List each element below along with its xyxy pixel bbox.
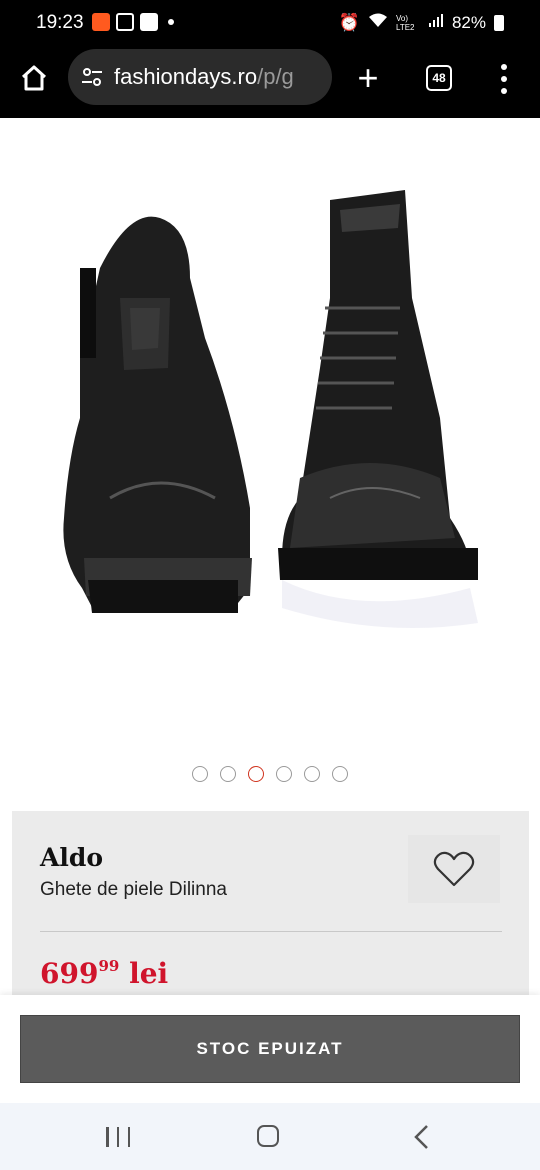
divider [40, 931, 502, 932]
price-cents: 99 [98, 957, 120, 975]
gallery-pagination [0, 766, 540, 782]
price-currency: lei [129, 957, 169, 990]
url-domain: fashiondays.ro [114, 64, 258, 89]
gallery-dot[interactable] [192, 766, 208, 782]
address-bar[interactable]: fashiondays.ro/p/g [68, 49, 332, 105]
wifi-icon [368, 12, 388, 33]
favorite-button[interactable] [408, 835, 500, 903]
gallery-icon [116, 13, 134, 31]
network-label: Vo) LTE2 [395, 13, 415, 32]
product-info-card: Aldo Ghete de piele Dilinna 69999 lei [12, 811, 529, 995]
boots-image [63, 190, 478, 628]
product-brand[interactable]: Aldo [40, 843, 103, 872]
new-tab-button[interactable]: + [352, 58, 384, 98]
home-nav-button[interactable] [257, 1125, 279, 1147]
home-button[interactable] [14, 58, 54, 98]
url-path: /p/g [257, 64, 294, 89]
product-price: 69999 lei [40, 957, 168, 990]
more-notifications-dot [168, 19, 174, 25]
signal-icon [428, 12, 444, 33]
recents-button[interactable] [106, 1127, 130, 1147]
alarm-icon: ⏰ [338, 12, 360, 32]
tab-switcher-button[interactable]: 48 [426, 65, 452, 91]
battery-icon [494, 14, 504, 31]
site-settings-icon[interactable] [80, 65, 104, 89]
notification-icons [92, 13, 174, 31]
home-icon [21, 65, 47, 91]
battery-percent: 82% [451, 12, 486, 32]
gallery-dot[interactable] [304, 766, 320, 782]
gallery-dot[interactable] [276, 766, 292, 782]
url-text: fashiondays.ro/p/g [114, 64, 294, 90]
status-time: 19:23 [36, 12, 84, 33]
system-navigation-bar [0, 1103, 540, 1170]
olx-app-icon [140, 13, 158, 31]
gallery-dot[interactable] [332, 766, 348, 782]
heart-icon [433, 851, 475, 887]
out-of-stock-button[interactable]: STOC EPUIZAT [20, 1015, 520, 1083]
browser-toolbar: fashiondays.ro/p/g + 48 [0, 44, 540, 118]
bottom-action-bar: STOC EPUIZAT [0, 995, 540, 1103]
status-bar: 19:23 ⏰ Vo) LTE2 82% [0, 0, 540, 44]
gallery-dot-active[interactable] [248, 766, 264, 782]
product-name: Ghete de piele Dilinna [40, 879, 227, 900]
plus-icon: + [357, 57, 379, 98]
product-image[interactable] [0, 118, 540, 758]
gallery-dot[interactable] [220, 766, 236, 782]
browser-menu-button[interactable] [494, 62, 514, 96]
back-button[interactable] [410, 1123, 434, 1151]
status-right: ⏰ Vo) LTE2 82% [339, 12, 504, 33]
price-main: 699 [40, 957, 99, 990]
shopping-app-icon [92, 13, 110, 31]
